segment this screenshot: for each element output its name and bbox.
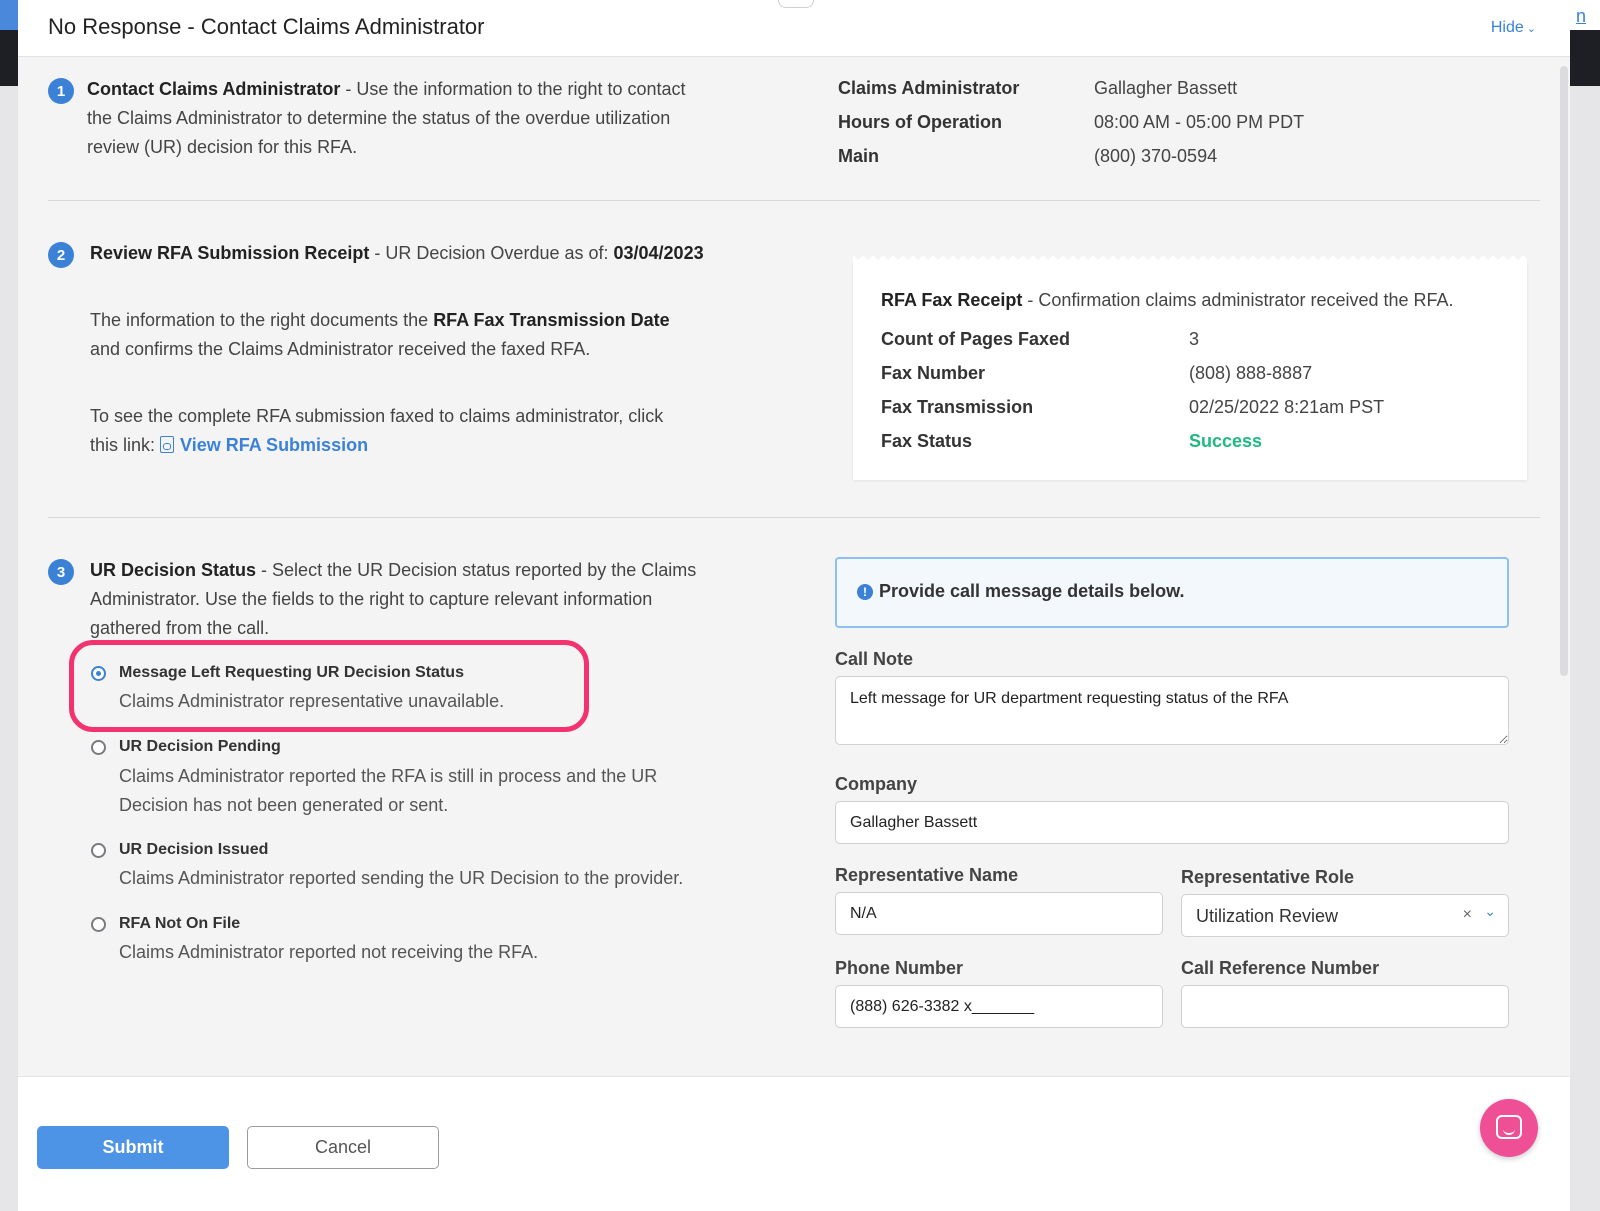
pages-faxed-value: 3	[1189, 329, 1200, 349]
step-3-text-1: - Select the UR Decision status reported…	[256, 560, 697, 580]
background-nav-bar-right	[1570, 30, 1600, 86]
background-page-right	[1570, 86, 1600, 1211]
chevron-down-icon[interactable]: ⌄	[1484, 903, 1496, 920]
background-nav-bar	[0, 30, 18, 86]
info-circle-icon: !	[857, 584, 873, 600]
step-2-heading-line: Review RFA Submission Receipt - UR Decis…	[90, 239, 790, 268]
step-1-text-3: review (UR) decision for this RFA.	[87, 137, 358, 157]
info-alert-text: Provide call message details below.	[879, 581, 1185, 601]
call-ref-input[interactable]	[1181, 985, 1509, 1028]
step-2-badge: 2	[48, 242, 74, 268]
step-3-badge: 3	[48, 559, 74, 585]
receipt-explanation-2: and confirms the Claims Administrator re…	[90, 339, 591, 359]
modal-title: No Response - Contact Claims Administrat…	[48, 14, 485, 39]
overdue-date: 03/04/2023	[613, 243, 704, 263]
view-rfa-submission-link[interactable]: View RFA Submission	[160, 435, 368, 455]
option-desc-ur-pending-1: Claims Administrator reported the RFA is…	[119, 766, 658, 786]
chat-launcher-button[interactable]	[1480, 1099, 1538, 1157]
phone-input[interactable]	[835, 985, 1163, 1028]
step-3-text-2: Administrator. Use the fields to the rig…	[90, 589, 653, 609]
modal-footer: Submit Cancel	[18, 1076, 1570, 1211]
radio-ur-pending[interactable]	[91, 740, 106, 755]
step-3-description: UR Decision Status - Select the UR Decis…	[90, 556, 770, 643]
call-ref-label: Call Reference Number	[1181, 958, 1380, 978]
background-link[interactable]: n	[1576, 6, 1586, 27]
rep-name-label: Representative Name	[835, 865, 1019, 885]
receipt-title: RFA Fax Receipt	[881, 290, 1023, 310]
rep-role-select[interactable]: Utilization Review × ⌄	[1181, 894, 1509, 937]
background-page	[0, 86, 18, 1211]
step-1-text-2: the Claims Administrator to determine th…	[87, 108, 671, 128]
option-desc-ur-issued: Claims Administrator reported sending th…	[119, 868, 684, 888]
fax-number-value: (808) 888-8887	[1189, 363, 1313, 383]
fax-receipt-card: RFA Fax Receipt - Confirmation claims ad…	[853, 256, 1527, 480]
step-1-text-1: - Use the information to the right to co…	[340, 79, 686, 99]
call-note-label: Call Note	[835, 649, 914, 669]
submit-button[interactable]: Submit	[37, 1126, 229, 1169]
step-1-description: Contact Claims Administrator - Use the i…	[87, 75, 747, 162]
option-desc-ur-pending-2: Decision has not been generated or sent.	[119, 795, 449, 815]
receipt-explanation-1: The information to the right documents t…	[90, 310, 434, 330]
fax-status-label: Fax Status	[881, 431, 973, 451]
view-instructions-1: To see the complete RFA submission faxed…	[90, 406, 664, 426]
company-label: Company	[835, 774, 918, 794]
modal-dialog: No Response - Contact Claims Administrat…	[18, 0, 1570, 1211]
pdf-file-icon	[160, 436, 175, 453]
receipt-explanation: The information to the right documents t…	[90, 306, 790, 364]
hide-label: Hide	[1490, 19, 1524, 36]
fax-status-badge: Success	[1189, 431, 1263, 451]
step-2-heading: Review RFA Submission Receipt	[90, 243, 370, 263]
view-submission-instructions: To see the complete RFA submission faxed…	[90, 402, 790, 460]
rep-name-input[interactable]	[835, 892, 1163, 935]
pages-faxed-label: Count of Pages Faxed	[881, 329, 1071, 349]
modal-header: No Response - Contact Claims Administrat…	[18, 0, 1570, 57]
fax-transmission-label: Fax Transmission	[881, 397, 1034, 417]
option-title-ur-issued[interactable]: UR Decision Issued	[119, 841, 268, 859]
drag-handle[interactable]	[778, 0, 814, 8]
claims-admin-value: Gallagher Bassett	[1094, 78, 1238, 98]
receipt-title-line: RFA Fax Receipt - Confirmation claims ad…	[881, 286, 1521, 315]
company-input[interactable]	[835, 801, 1509, 844]
option-desc-rfa-not-on-file: Claims Administrator reported not receiv…	[119, 942, 539, 962]
receipt-torn-edge	[853, 256, 1527, 264]
section-divider	[48, 517, 1540, 518]
chat-bubble-icon	[1496, 1115, 1522, 1139]
main-phone-label: Main	[838, 146, 880, 166]
step-3-text-3: gathered from the call.	[90, 618, 270, 638]
radio-message-left[interactable]	[91, 666, 106, 681]
main-phone-value: (800) 370-0594	[1094, 146, 1218, 166]
option-title-message-left[interactable]: Message Left Requesting UR Decision Stat…	[119, 664, 464, 682]
option-title-rfa-not-on-file[interactable]: RFA Not On File	[119, 915, 240, 933]
hours-value: 08:00 AM - 05:00 PM PDT	[1094, 112, 1305, 132]
rep-role-selected-value: Utilization Review	[1196, 906, 1339, 926]
hide-button[interactable]: Hide ⌄	[1491, 19, 1536, 37]
hours-label: Hours of Operation	[838, 112, 1003, 132]
step-3-heading: UR Decision Status	[90, 560, 257, 580]
view-link-label: View RFA Submission	[180, 435, 369, 455]
fax-transmission-value: 02/25/2022 8:21am PST	[1189, 397, 1385, 417]
info-alert: ! Provide call message details below.	[835, 557, 1509, 628]
fax-number-label: Fax Number	[881, 363, 986, 383]
fax-date-emphasis: RFA Fax Transmission Date	[433, 310, 670, 330]
chevron-down-icon: ⌄	[1526, 23, 1536, 35]
selected-option-highlight	[69, 640, 589, 732]
scrollbar-thumb[interactable]	[1560, 66, 1568, 676]
call-note-textarea[interactable]: Left message for UR department requestin…	[835, 676, 1509, 745]
overdue-label: - UR Decision Overdue as of:	[369, 243, 614, 263]
rep-role-label: Representative Role	[1181, 867, 1355, 887]
section-divider	[48, 200, 1540, 201]
step-1-badge: 1	[48, 78, 74, 104]
step-1-heading: Contact Claims Administrator	[87, 79, 341, 99]
phone-label: Phone Number	[835, 958, 964, 978]
option-title-ur-pending[interactable]: UR Decision Pending	[119, 738, 281, 756]
receipt-subtitle: - Confirmation claims administrator rece…	[1022, 290, 1454, 310]
claims-admin-label: Claims Administrator	[838, 78, 1020, 98]
radio-rfa-not-on-file[interactable]	[91, 917, 106, 932]
view-instructions-2: this link:	[90, 435, 161, 455]
clear-x-icon[interactable]: ×	[1463, 906, 1472, 924]
cancel-button[interactable]: Cancel	[247, 1126, 439, 1169]
radio-ur-issued[interactable]	[91, 843, 106, 858]
option-desc-ur-pending: Claims Administrator reported the RFA is…	[119, 762, 759, 820]
option-desc-message-left: Claims Administrator representative unav…	[119, 691, 505, 711]
